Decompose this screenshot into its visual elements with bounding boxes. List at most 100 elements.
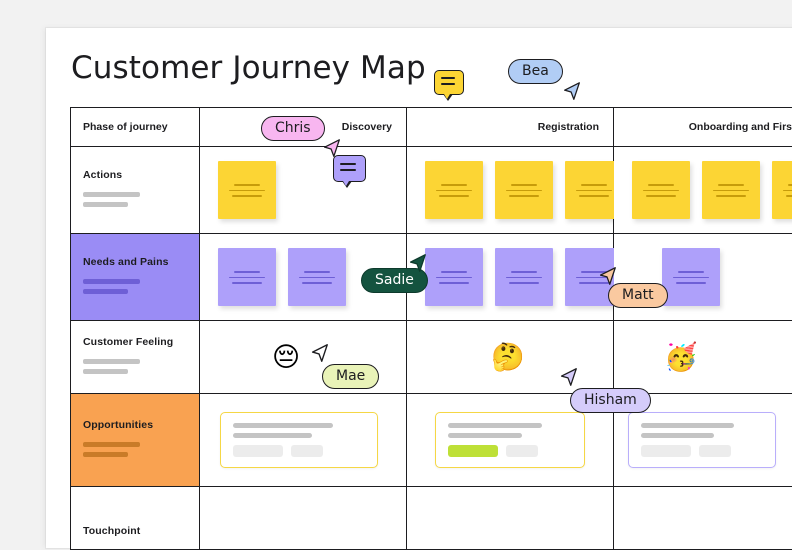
table-row-customer-feeling: Customer Feeling 😔 🤔 🥳 bbox=[71, 321, 792, 394]
placeholder-line bbox=[83, 359, 140, 364]
cursor-arrow-bea bbox=[561, 81, 583, 103]
cell-opportunities-discovery[interactable] bbox=[200, 394, 407, 487]
card-chip[interactable] bbox=[233, 445, 283, 457]
cursor-arrow-mae bbox=[308, 342, 330, 364]
card-chip[interactable] bbox=[291, 445, 323, 457]
cell-actions-discovery[interactable] bbox=[200, 147, 407, 234]
row-label-header: Phase of journey bbox=[83, 121, 168, 133]
placeholder-line bbox=[83, 202, 128, 207]
row-label-placeholder-lines bbox=[83, 192, 199, 212]
placeholder-line bbox=[83, 279, 140, 284]
partying-face-emoji: 🥳 bbox=[664, 344, 698, 371]
opportunity-card[interactable] bbox=[435, 412, 585, 468]
card-line bbox=[448, 423, 542, 428]
row-label-placeholder-lines bbox=[83, 359, 199, 379]
cursor-arrow-matt bbox=[596, 265, 618, 287]
placeholder-line bbox=[83, 452, 128, 457]
cursor-bea[interactable]: Bea bbox=[508, 59, 563, 84]
cell-needs-registration[interactable] bbox=[407, 234, 614, 321]
sticky-note-group bbox=[614, 147, 792, 233]
sticky-note[interactable] bbox=[218, 248, 276, 306]
card-line bbox=[641, 433, 714, 438]
sticky-note[interactable] bbox=[632, 161, 690, 219]
header-cell-onboarding[interactable]: Onboarding and First U bbox=[614, 108, 792, 147]
sticky-note-group bbox=[407, 147, 613, 233]
comment-bubble-title[interactable] bbox=[434, 70, 464, 95]
sticky-note[interactable] bbox=[288, 248, 346, 306]
phase-label-discovery: Discovery bbox=[342, 121, 392, 133]
sticky-note[interactable] bbox=[772, 161, 792, 219]
row-label-actions: Actions bbox=[83, 169, 199, 181]
cell-feeling-registration[interactable]: 🤔 bbox=[407, 321, 614, 394]
header-cell-registration[interactable]: Registration bbox=[407, 108, 614, 147]
table-row-actions: Actions bbox=[71, 147, 792, 234]
pensive-face-emoji: 😔 bbox=[272, 344, 300, 371]
row-label-placeholder-lines bbox=[83, 442, 199, 462]
card-line bbox=[233, 433, 312, 438]
sticky-note-group bbox=[200, 147, 406, 233]
cell-actions-registration[interactable] bbox=[407, 147, 614, 234]
card-chip[interactable] bbox=[506, 445, 538, 457]
sticky-note[interactable] bbox=[662, 248, 720, 306]
cursor-label-bea: Bea bbox=[508, 59, 563, 84]
placeholder-line bbox=[83, 192, 140, 197]
opportunity-card[interactable] bbox=[220, 412, 378, 468]
table-row-needs-and-pains: Needs and Pains bbox=[71, 234, 792, 321]
whiteboard-canvas: Customer Journey Map Phase of journey Di… bbox=[0, 0, 792, 528]
table-row-touchpoint: Touchpoint bbox=[71, 487, 792, 550]
placeholder-line bbox=[83, 442, 140, 447]
card-line bbox=[448, 433, 522, 438]
cursor-matt[interactable]: Matt bbox=[608, 283, 668, 308]
row-label-cell-customer-feeling[interactable]: Customer Feeling bbox=[71, 321, 200, 394]
sticky-note[interactable] bbox=[425, 161, 483, 219]
row-label-cell-opportunities[interactable]: Opportunities bbox=[71, 394, 200, 487]
sticky-note[interactable] bbox=[495, 161, 553, 219]
cell-touchpoint-registration[interactable] bbox=[407, 487, 614, 550]
placeholder-line bbox=[83, 369, 128, 374]
sticky-note[interactable] bbox=[495, 248, 553, 306]
cell-touchpoint-discovery[interactable] bbox=[200, 487, 407, 550]
sticky-note[interactable] bbox=[702, 161, 760, 219]
header-cell-phase-of-journey: Phase of journey bbox=[71, 108, 200, 147]
cell-actions-onboarding[interactable] bbox=[614, 147, 792, 234]
cursor-sadie[interactable]: Sadie bbox=[361, 268, 428, 293]
journey-map-table: Phase of journey Discovery Registration … bbox=[70, 107, 792, 550]
cursor-mae[interactable]: Mae bbox=[322, 364, 379, 389]
cursor-label-hisham: Hisham bbox=[570, 388, 651, 413]
row-label-customer-feeling: Customer Feeling bbox=[83, 336, 199, 348]
cursor-label-mae: Mae bbox=[322, 364, 379, 389]
page-title: Customer Journey Map bbox=[71, 50, 426, 86]
phase-label-registration: Registration bbox=[538, 121, 599, 133]
comment-line bbox=[340, 163, 356, 165]
card-chip-highlighted[interactable] bbox=[448, 445, 498, 457]
row-label-needs-and-pains: Needs and Pains bbox=[83, 256, 199, 268]
comment-line bbox=[340, 169, 356, 171]
table-row-opportunities: Opportunities bbox=[71, 394, 792, 487]
sticky-note-group bbox=[407, 234, 613, 320]
placeholder-line bbox=[83, 289, 128, 294]
cursor-arrow-sadie bbox=[406, 252, 428, 274]
card-chip[interactable] bbox=[641, 445, 691, 457]
comment-line bbox=[441, 77, 455, 79]
row-label-cell-needs-and-pains[interactable]: Needs and Pains bbox=[71, 234, 200, 321]
row-label-opportunities: Opportunities bbox=[83, 419, 199, 431]
comment-bubble-sticky[interactable] bbox=[333, 155, 366, 182]
phase-label-onboarding: Onboarding and First U bbox=[689, 121, 792, 133]
card-line bbox=[233, 423, 333, 428]
row-label-cell-actions[interactable]: Actions bbox=[71, 147, 200, 234]
row-label-placeholder-lines bbox=[83, 279, 199, 299]
card-line bbox=[641, 423, 734, 428]
comment-line bbox=[441, 83, 455, 85]
cursor-chris[interactable]: Chris bbox=[261, 116, 325, 141]
cursor-arrow-hisham bbox=[557, 366, 579, 388]
cell-touchpoint-onboarding[interactable] bbox=[614, 487, 792, 550]
row-label-touchpoint: Touchpoint bbox=[83, 525, 199, 537]
card-chip[interactable] bbox=[699, 445, 731, 457]
cursor-hisham[interactable]: Hisham bbox=[570, 388, 651, 413]
cursor-label-chris: Chris bbox=[261, 116, 325, 141]
opportunity-card[interactable] bbox=[628, 412, 776, 468]
sticky-note[interactable] bbox=[218, 161, 276, 219]
sticky-note[interactable] bbox=[425, 248, 483, 306]
cell-feeling-onboarding[interactable]: 🥳 bbox=[614, 321, 792, 394]
row-label-cell-touchpoint[interactable]: Touchpoint bbox=[71, 487, 200, 550]
